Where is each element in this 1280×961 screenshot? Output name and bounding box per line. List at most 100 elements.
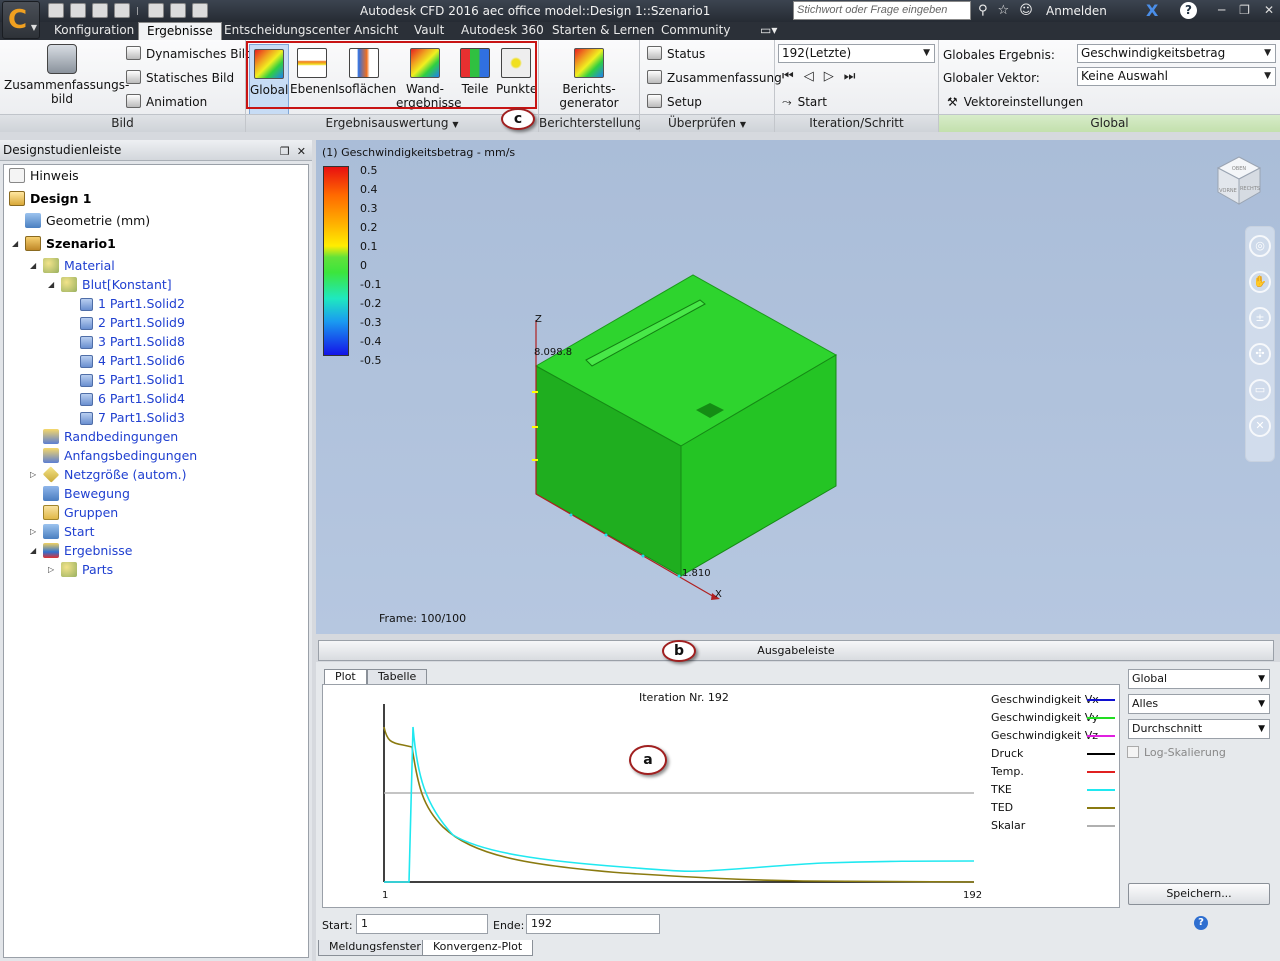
binoculars-icon[interactable]: ⚲ (978, 3, 988, 18)
tree-item-scenario[interactable]: ◢ Szenario1 (12, 234, 116, 253)
settings-icon[interactable] (192, 3, 208, 18)
star-icon[interactable]: ☆ (998, 3, 1010, 18)
orbit-icon[interactable]: ✣ (1249, 343, 1271, 365)
planes-button[interactable]: Ebenen (290, 44, 335, 96)
tree-item-boundary-conditions[interactable]: Randbedingungen (43, 427, 178, 446)
global-result-select[interactable]: Geschwindigkeitsbetrag ▼ (1077, 44, 1276, 63)
isosurfaces-button[interactable]: Isoflächen (335, 44, 396, 96)
save-as-icon[interactable] (114, 3, 130, 18)
tab-plot[interactable]: Plot (324, 669, 367, 685)
tree-item-material[interactable]: ◢ Material (30, 256, 115, 275)
tree-item-start[interactable]: ▷ Start (30, 522, 95, 541)
tab-community[interactable]: Community (653, 22, 738, 40)
help-search-input[interactable]: Stichwort oder Frage eingeben (793, 1, 971, 20)
graphics-viewport[interactable]: (1) Geschwindigkeitsbetrag - mm/s 0.5 0.… (316, 140, 1280, 634)
tab-entscheidungscenter[interactable]: Entscheidungscenter (216, 22, 358, 40)
start-input[interactable]: 1 (356, 914, 488, 934)
tree-item-initial-conditions[interactable]: Anfangsbedingungen (43, 446, 197, 465)
expand-icon[interactable]: ▷ (30, 522, 36, 541)
tab-starten-lernen[interactable]: Starten & Lernen (544, 22, 662, 40)
tree-item-part[interactable]: 3 Part1.Solid8 (80, 332, 185, 351)
signin-link[interactable]: Anmelden (1046, 4, 1107, 18)
tree-item-motion[interactable]: Bewegung (43, 484, 130, 503)
wall-results-button[interactable]: Wand-ergebnisse (396, 44, 462, 110)
tree-item-groups[interactable]: Gruppen (43, 503, 118, 522)
collapse-icon[interactable]: ◢ (12, 234, 18, 253)
log-scale-checkbox[interactable]: Log-Skalierung (1127, 746, 1226, 759)
tab-convergence-plot[interactable]: Konvergenz-Plot (422, 940, 534, 956)
tab-ergebnisse[interactable]: Ergebnisse (138, 22, 222, 40)
minimize-icon[interactable]: ─ (1218, 3, 1225, 17)
tree-item-results[interactable]: ◢ Ergebnisse (30, 541, 133, 560)
close-icon[interactable]: ✕ (1264, 3, 1274, 17)
look-icon[interactable]: ▭ (1249, 379, 1271, 401)
next-step-icon[interactable]: ▷ (824, 69, 834, 84)
panel-ergebnisauswertung-title[interactable]: Ergebnisauswertung ▼ (246, 114, 538, 132)
help-icon[interactable]: ? (1180, 2, 1197, 19)
expand-icon[interactable]: ▷ (30, 465, 36, 484)
view-cube[interactable]: OBEN VORNE RECHTS (1216, 154, 1262, 208)
dock-icon[interactable]: ❐ (280, 145, 290, 158)
summary-button[interactable]: Zusammenfassung (647, 69, 782, 87)
parts-button[interactable]: Teile (456, 44, 494, 96)
first-step-icon[interactable]: ⏮ (782, 69, 794, 84)
summary-image-button[interactable]: Zusammenfassungs-bild (4, 44, 129, 106)
status-button[interactable]: Status (647, 45, 705, 63)
panel-ueberpruefen-title[interactable]: Überprüfen ▼ (640, 114, 774, 132)
steering-wheel-icon[interactable]: ◎ (1249, 235, 1271, 257)
static-image-button[interactable]: Statisches Bild (126, 69, 234, 87)
vector-settings-button[interactable]: ⚒ Vektoreinstellungen (947, 93, 1083, 111)
global-vector-select[interactable]: Keine Auswahl ▼ (1077, 67, 1276, 86)
scope-select[interactable]: Global ▼ (1128, 669, 1270, 689)
global-button[interactable]: Global (249, 44, 289, 115)
previous-step-icon[interactable]: ◁ (804, 69, 814, 84)
tree-item-part[interactable]: 5 Part1.Solid1 (80, 370, 185, 389)
close-panel-icon[interactable]: ✕ (297, 145, 306, 158)
view-icon[interactable] (170, 3, 186, 18)
tree-item-part[interactable]: 4 Part1.Solid6 (80, 351, 185, 370)
tab-vault[interactable]: Vault (406, 22, 452, 40)
end-input[interactable]: 192 (526, 914, 660, 934)
zoom-icon[interactable]: ± (1249, 307, 1271, 329)
iteration-select[interactable]: 192(Letzte) ▼ (778, 44, 935, 63)
last-step-icon[interactable]: ⏭ (844, 69, 856, 84)
tree-item-geometry[interactable]: Geometrie (mm) (25, 211, 150, 230)
tree-item-part[interactable]: 1 Part1.Solid2 (80, 294, 185, 313)
collapse-icon[interactable]: ◢ (30, 256, 36, 275)
exchange-icon[interactable]: X (1146, 1, 1158, 20)
select-icon[interactable] (148, 3, 164, 18)
restore-icon[interactable]: ❐ (1239, 3, 1250, 17)
save-icon[interactable] (92, 3, 108, 18)
close-nav-icon[interactable]: ✕ (1249, 415, 1271, 437)
tree-item-part[interactable]: 2 Part1.Solid9 (80, 313, 185, 332)
tab-message-window[interactable]: Meldungsfenster (318, 940, 432, 956)
tree-item-hinweis[interactable]: Hinweis (9, 166, 79, 185)
points-button[interactable]: Punkte (496, 44, 537, 96)
tree-item-part[interactable]: 7 Part1.Solid3 (80, 408, 185, 427)
open-file-icon[interactable] (70, 3, 86, 18)
pan-icon[interactable]: ✋ (1249, 271, 1271, 293)
save-button[interactable]: Speichern... (1128, 883, 1270, 905)
application-menu-button[interactable]: C ▼ (2, 1, 40, 39)
report-generator-button[interactable]: Berichts-generator (549, 44, 629, 110)
user-icon[interactable]: ☺ (1019, 3, 1033, 18)
new-file-icon[interactable] (48, 3, 64, 18)
collapse-icon[interactable]: ◢ (48, 275, 54, 294)
tab-ansicht[interactable]: Ansicht (346, 22, 406, 40)
animation-button[interactable]: Animation (126, 93, 207, 111)
tab-extra-icon[interactable]: ▭▾ (752, 22, 785, 40)
tab-autodesk-360[interactable]: Autodesk 360 (453, 22, 552, 40)
tab-table[interactable]: Tabelle (367, 669, 428, 685)
tree-item-blood[interactable]: ◢ Blut[Konstant] (48, 275, 172, 294)
expand-icon[interactable]: ▷ (48, 560, 54, 579)
filter-select[interactable]: Alles ▼ (1128, 694, 1270, 714)
dynamic-image-button[interactable]: Dynamisches Bild (126, 45, 253, 63)
collapse-icon[interactable]: ◢ (30, 541, 36, 560)
aggregate-select[interactable]: Durchschnitt ▼ (1128, 719, 1270, 739)
tree-item-part[interactable]: 6 Part1.Solid4 (80, 389, 185, 408)
tree-item-mesh-size[interactable]: ▷ Netzgröße (autom.) (30, 465, 187, 484)
output-bar[interactable]: Ausgabeleiste (318, 640, 1274, 661)
tree-item-parts[interactable]: ▷ Parts (48, 560, 113, 579)
help-icon[interactable]: ? (1194, 916, 1208, 930)
tree-item-design[interactable]: Design 1 (9, 189, 91, 208)
